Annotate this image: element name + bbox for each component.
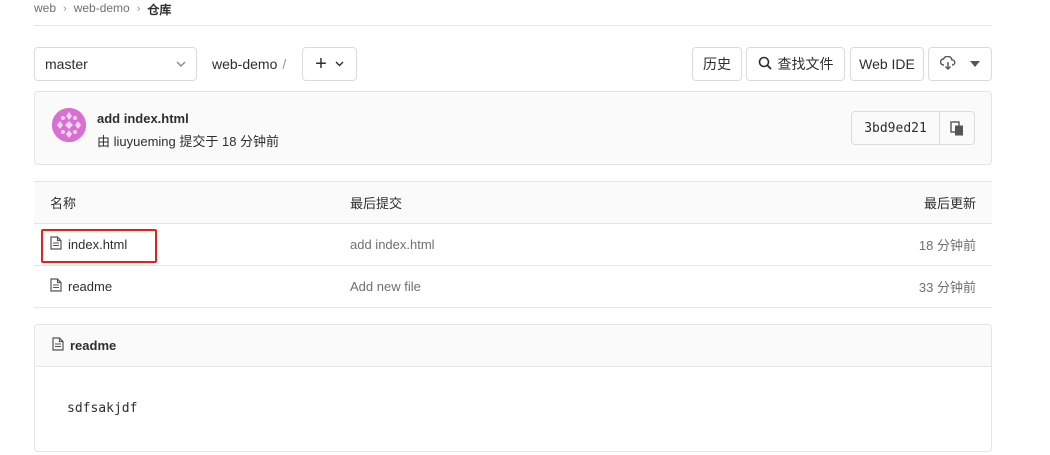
repo-path: web-demo / [212,56,286,72]
chevron-right-icon: › [136,3,141,15]
last-commit-panel: add index.html 由 liuyueming 提交于 18 分钟前 3… [34,91,992,165]
commit-meta: 由 liuyueming 提交于 18 分钟前 [97,134,280,149]
file-icon [50,278,62,295]
chevron-down-icon [970,59,980,70]
chevron-down-icon [335,59,344,69]
branch-select[interactable]: master [34,47,197,81]
commit-title[interactable]: add index.html [97,111,189,126]
file-name-cell: index.html [50,224,127,265]
readme-title[interactable]: readme [70,338,116,353]
breadcrumb-current: 仓库 [147,3,172,17]
web-ide-label: Web IDE [859,56,915,72]
table-row[interactable]: index.html add index.html 18 分钟前 [34,224,992,266]
plus-icon: + [315,53,327,75]
find-file-label: 查找文件 [777,56,834,72]
history-button[interactable]: 历史 [692,47,742,81]
header-last-commit: 最后提交 [350,196,403,211]
file-link-index-html[interactable]: index.html [68,237,127,252]
readme-header: readme [35,325,991,367]
readme-content: sdfsakjdf [67,401,138,416]
file-table: 名称 最后提交 最后更新 index.html add index.html 1… [34,181,992,308]
avatar[interactable] [52,108,86,142]
search-icon [758,56,772,73]
breadcrumb: web › web-demo › 仓库 [34,0,992,26]
repo-path-link[interactable]: web-demo [212,56,277,72]
path-separator: / [282,56,287,72]
copy-icon[interactable] [940,112,974,144]
file-link-readme[interactable]: readme [68,279,112,294]
commit-sha-group: 3bd9ed21 [851,111,975,145]
download-icon [939,55,956,73]
readme-panel: readme sdfsakjdf [34,324,992,452]
file-commit-message[interactable]: Add new file [350,266,421,307]
file-updated-time: 18 分钟前 [918,238,976,253]
find-file-button[interactable]: 查找文件 [746,47,845,81]
history-button-label: 历史 [703,56,731,72]
chevron-right-icon: › [63,3,67,15]
breadcrumb-link-web[interactable]: web [34,1,56,15]
file-icon [52,337,64,354]
file-updated-time: 33 分钟前 [918,280,976,295]
file-name-cell: readme [50,266,112,307]
commit-sha[interactable]: 3bd9ed21 [852,112,940,144]
branch-name: master [45,56,88,72]
header-name: 名称 [50,196,77,211]
file-commit-message[interactable]: add index.html [350,224,435,265]
table-row[interactable]: readme Add new file 33 分钟前 [34,266,992,308]
download-dropdown-button[interactable] [928,47,992,81]
breadcrumb-link-web-demo[interactable]: web-demo [74,1,130,15]
file-icon [50,236,62,253]
header-last-update: 最后更新 [923,196,976,211]
file-table-header: 名称 最后提交 最后更新 [34,181,992,224]
add-dropdown-button[interactable]: + [302,47,357,81]
web-ide-button[interactable]: Web IDE [850,47,924,81]
chevron-down-icon [176,59,186,70]
